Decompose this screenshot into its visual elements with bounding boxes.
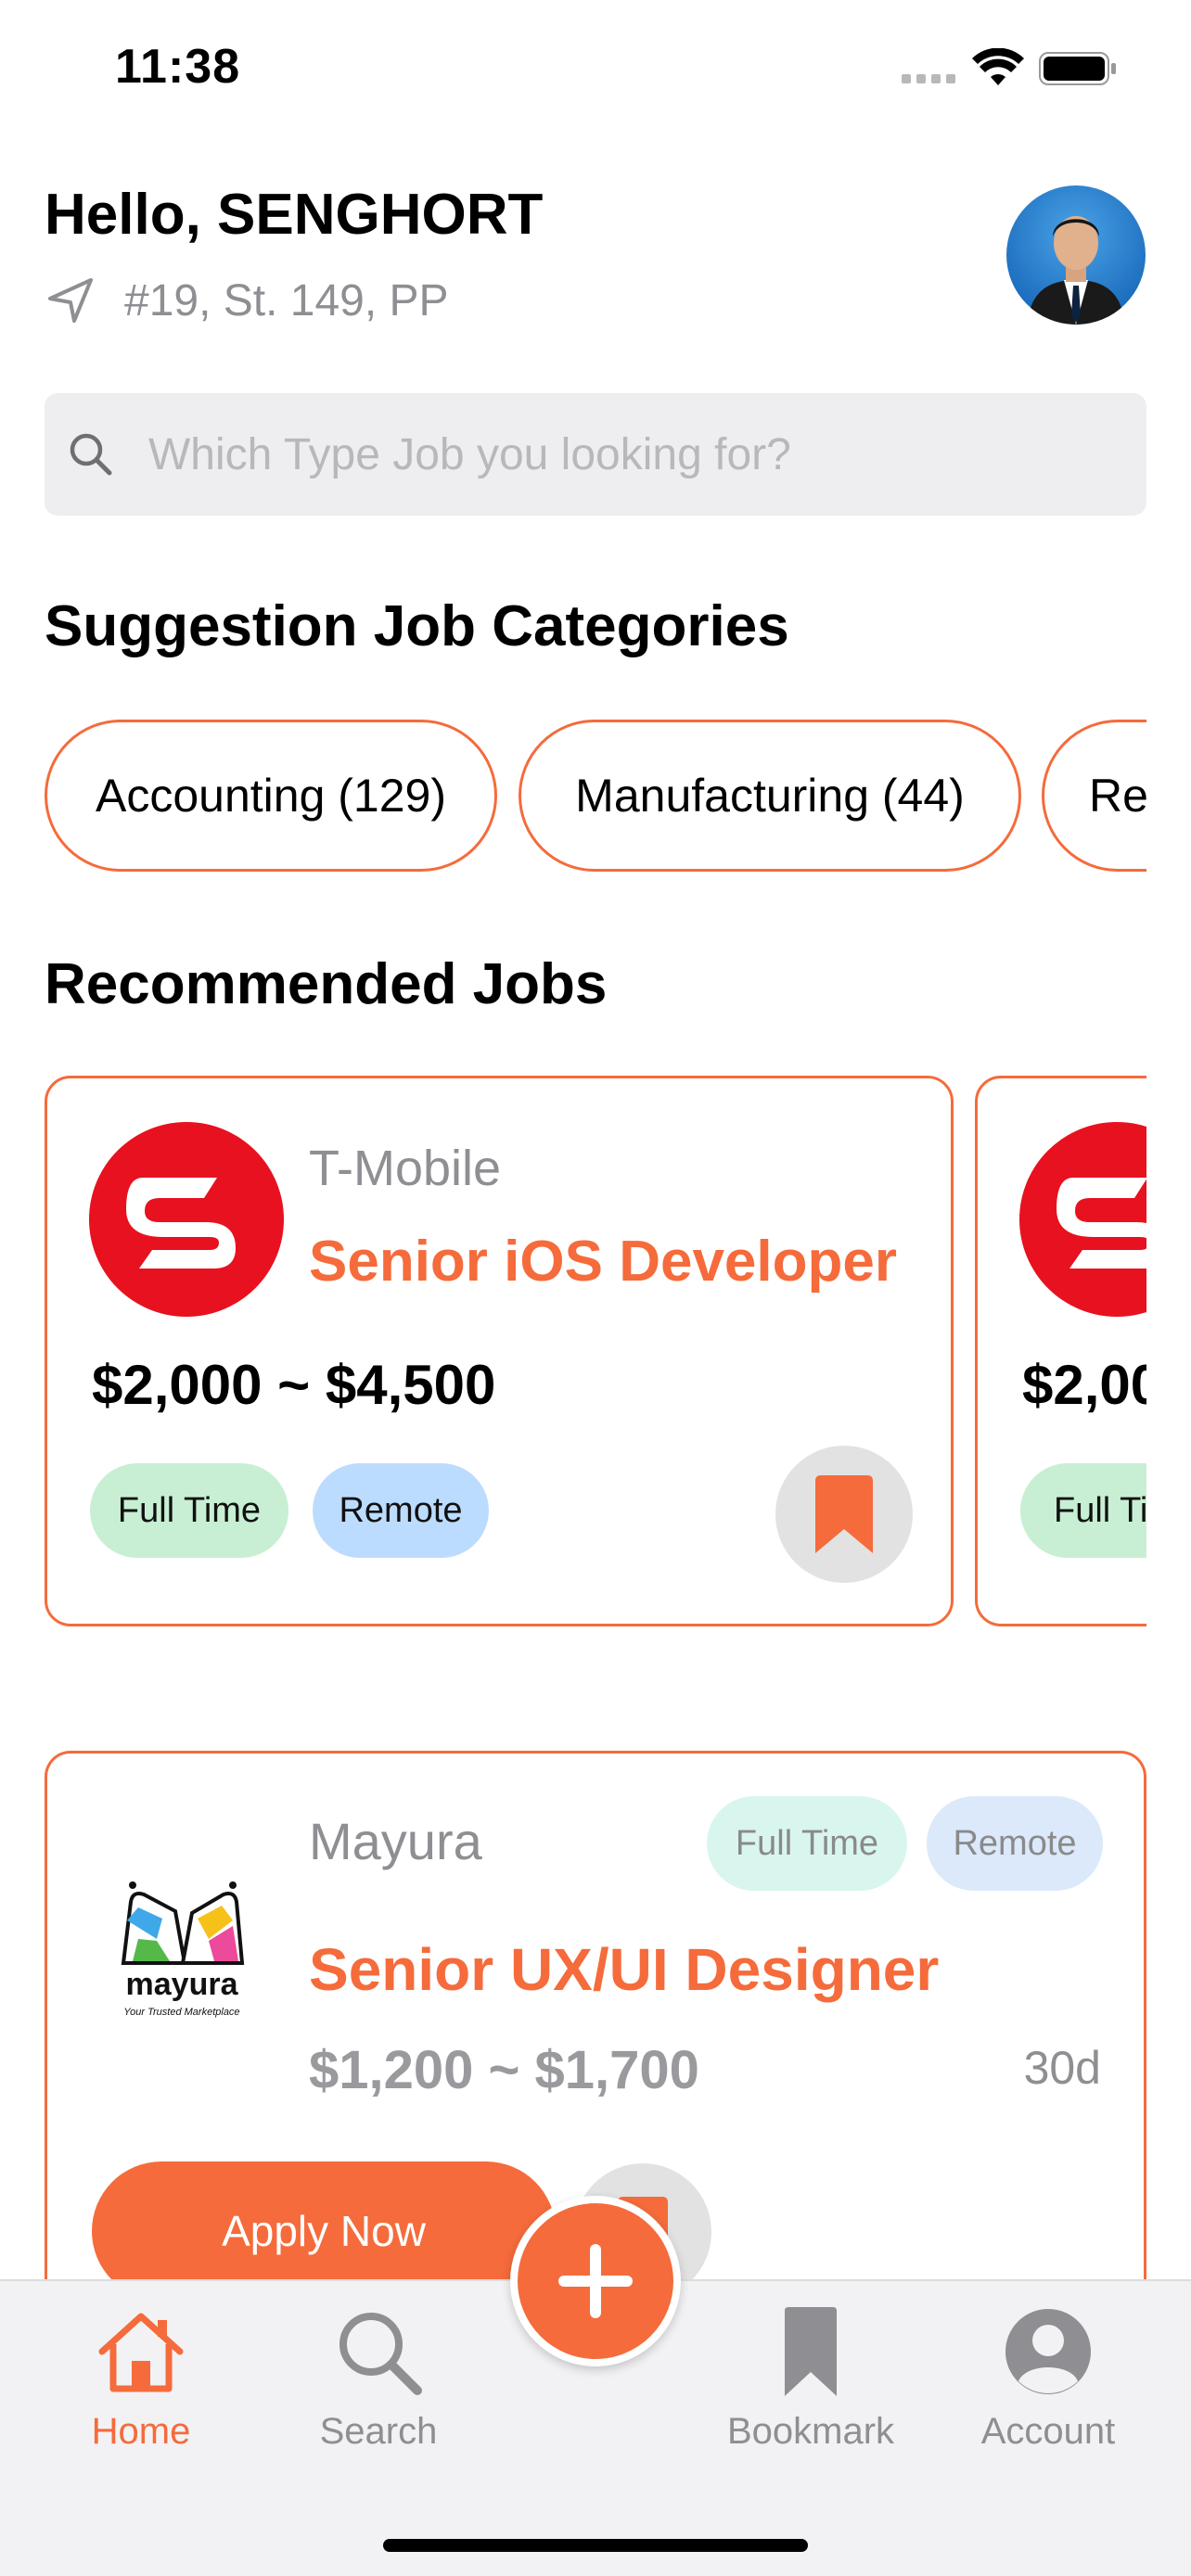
location-arrow-icon [48, 278, 93, 323]
search-input[interactable] [148, 428, 1076, 480]
category-chip-accounting[interactable]: Accounting (129) [45, 720, 497, 872]
tab-account[interactable]: Account [946, 2303, 1150, 2489]
tab-bookmark[interactable]: Bookmark [709, 2303, 913, 2489]
home-icon [98, 2313, 184, 2392]
status-time: 11:38 [115, 40, 241, 94]
avatar[interactable] [1006, 185, 1146, 325]
salary-range: $2,00 [1022, 1354, 1146, 1416]
greeting-title: Hello, SENGHORT [45, 183, 544, 247]
posted-age: 30d [1023, 2042, 1101, 2094]
company-name: Mayura [309, 1812, 482, 1870]
tab-home[interactable]: Home [39, 2303, 243, 2489]
salary-range: $1,200 ~ $1,700 [309, 2040, 699, 2100]
tab-label: Home [91, 2411, 191, 2452]
tag-full-time: Full Ti [1020, 1463, 1146, 1558]
bookmark-button[interactable] [775, 1446, 913, 1583]
home-indicator [383, 2539, 808, 2552]
search-bar[interactable] [45, 393, 1146, 516]
tag-full-time: Full Time [707, 1796, 907, 1891]
t-mobile-logo [89, 1122, 284, 1317]
plus-icon [558, 2244, 633, 2318]
account-icon [1005, 2309, 1091, 2394]
recommended-job-card[interactable]: T-Mobile Senior iOS Developer $2,000 ~ $… [45, 1076, 954, 1626]
t-mobile-logo [1019, 1122, 1146, 1317]
tag-remote: Remote [313, 1463, 489, 1558]
recommended-carousel[interactable]: T-Mobile Senior iOS Developer $2,000 ~ $… [45, 1076, 1146, 1626]
tab-label: Account [980, 2411, 1116, 2452]
wifi-icon [972, 48, 1024, 85]
tab-search[interactable]: Search [276, 2303, 480, 2489]
tab-label: Bookmark [726, 2411, 895, 2452]
search-icon [70, 433, 112, 476]
mayura-logo-text: mayura [126, 1967, 239, 2002]
bookmark-icon [785, 2307, 837, 2396]
status-bar: 11:38 [0, 0, 1191, 130]
company-name: T-Mobile [309, 1141, 502, 1196]
category-chip-partial[interactable]: Re [1042, 720, 1146, 872]
battery-icon [1039, 52, 1116, 85]
tag-remote: Remote [927, 1796, 1103, 1891]
category-chip-manufacturing[interactable]: Manufacturing (44) [519, 720, 1021, 872]
cellular-signal-icon [902, 74, 955, 83]
job-title[interactable]: Senior UX/UI Designer [309, 1935, 939, 2004]
add-button[interactable] [510, 2196, 681, 2366]
mayura-logo: mayura Your Trusted Marketplace [121, 1881, 245, 2018]
recommended-job-card-next[interactable]: $2,00 Full Ti [975, 1076, 1146, 1626]
current-location[interactable]: #19, St. 149, PP [45, 274, 449, 326]
mayura-logo-tagline: Your Trusted Marketplace [123, 2007, 239, 2018]
salary-range: $2,000 ~ $4,500 [92, 1354, 496, 1416]
bookmark-icon [815, 1475, 873, 1553]
recommended-title: Recommended Jobs [45, 952, 608, 1016]
search-icon [339, 2313, 422, 2395]
categories-title: Suggestion Job Categories [45, 594, 789, 658]
tab-label: Search [319, 2411, 438, 2452]
job-title[interactable]: Senior iOS Developer [309, 1229, 897, 1294]
user-avatar-photo [1006, 185, 1146, 325]
category-carousel[interactable]: Accounting (129) Manufacturing (44) Re [45, 720, 1146, 874]
tag-full-time: Full Time [90, 1463, 288, 1558]
location-text: #19, St. 149, PP [124, 275, 449, 325]
